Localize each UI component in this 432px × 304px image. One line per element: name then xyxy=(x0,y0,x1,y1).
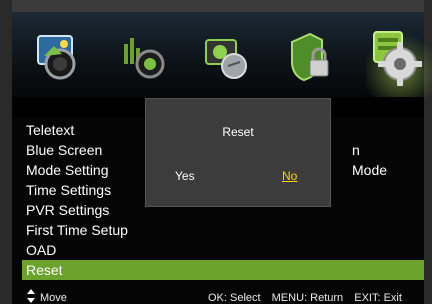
menu-item-label: PVR Settings xyxy=(26,202,110,218)
menu-item-oad[interactable]: OAD xyxy=(22,240,424,260)
picture-icon[interactable] xyxy=(30,26,86,86)
exit-hint: EXIT: Exit xyxy=(354,292,402,304)
menu-item-label: Time Settings xyxy=(26,182,112,198)
up-down-arrow-icon xyxy=(27,289,35,303)
channel-icon[interactable] xyxy=(198,26,254,86)
dialog-title: Reset xyxy=(222,125,254,139)
menu-item-value-partial: n xyxy=(352,142,360,158)
menu-item-label: OAD xyxy=(26,242,57,258)
menu-item-first-time-setup[interactable]: First Time Setup xyxy=(22,220,424,240)
setup-gear-icon[interactable] xyxy=(360,18,428,94)
sound-icon[interactable] xyxy=(114,26,170,86)
menu-item-reset[interactable]: Reset xyxy=(22,260,424,280)
menu-item-label: Blue Screen xyxy=(26,142,103,158)
top-border xyxy=(0,0,432,12)
menu-item-label: Reset xyxy=(26,262,63,278)
left-border xyxy=(0,0,12,304)
menu-item-label: First Time Setup xyxy=(26,222,128,238)
move-hint: Move xyxy=(40,292,67,304)
lock-icon[interactable] xyxy=(282,26,338,86)
menu-item-label: Teletext xyxy=(26,122,75,138)
ok-select-hint: OK: Select xyxy=(208,292,261,304)
key-hints: OK: Select MENU: Return EXIT: Exit xyxy=(208,292,410,304)
tv-menu-screen: Teletext Blue Screen n Mode Setting Mode… xyxy=(0,0,432,304)
menu-item-label: Mode Setting xyxy=(26,162,109,178)
footer-hints: Move OK: Select MENU: Return EXIT: Exit xyxy=(12,288,424,304)
menu-item-value-partial: Mode xyxy=(352,162,388,178)
category-icon-bar xyxy=(12,12,432,100)
no-button[interactable]: No xyxy=(282,169,297,183)
menu-return-hint: MENU: Return xyxy=(271,292,344,304)
reset-confirm-dialog: Reset Yes No xyxy=(145,98,331,207)
yes-button[interactable]: Yes xyxy=(175,169,195,183)
